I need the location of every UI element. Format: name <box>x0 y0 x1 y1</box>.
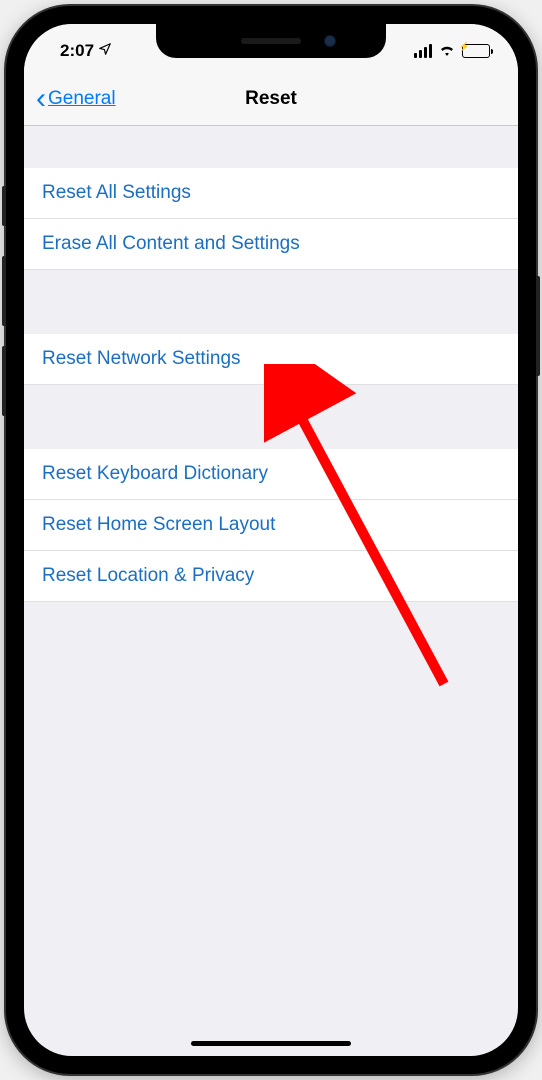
erase-all-content-settings[interactable]: Erase All Content and Settings <box>24 219 518 270</box>
status-time: 2:07 <box>60 41 94 61</box>
chevron-left-icon: ‹ <box>36 84 46 114</box>
wifi-icon <box>438 41 456 61</box>
battery-icon: ⚡ <box>462 44 490 58</box>
content: Reset All Settings Erase All Content and… <box>24 126 518 602</box>
nav-bar: ‹ General Reset <box>24 72 518 126</box>
reset-all-settings[interactable]: Reset All Settings <box>24 168 518 219</box>
nav-title: Reset <box>245 88 297 110</box>
back-button[interactable]: ‹ General <box>36 84 116 114</box>
back-button-label: General <box>48 88 116 110</box>
reset-location-privacy[interactable]: Reset Location & Privacy <box>24 551 518 602</box>
reset-keyboard-dictionary[interactable]: Reset Keyboard Dictionary <box>24 449 518 500</box>
location-arrow-icon <box>98 41 112 61</box>
phone-frame: 2:07 ⚡ ‹ General Reset <box>6 6 536 1074</box>
home-indicator[interactable] <box>191 1041 351 1046</box>
reset-network-settings[interactable]: Reset Network Settings <box>24 334 518 385</box>
reset-home-screen-layout[interactable]: Reset Home Screen Layout <box>24 500 518 551</box>
screen: 2:07 ⚡ ‹ General Reset <box>24 24 518 1056</box>
signal-icon <box>414 44 433 58</box>
notch <box>156 24 386 58</box>
